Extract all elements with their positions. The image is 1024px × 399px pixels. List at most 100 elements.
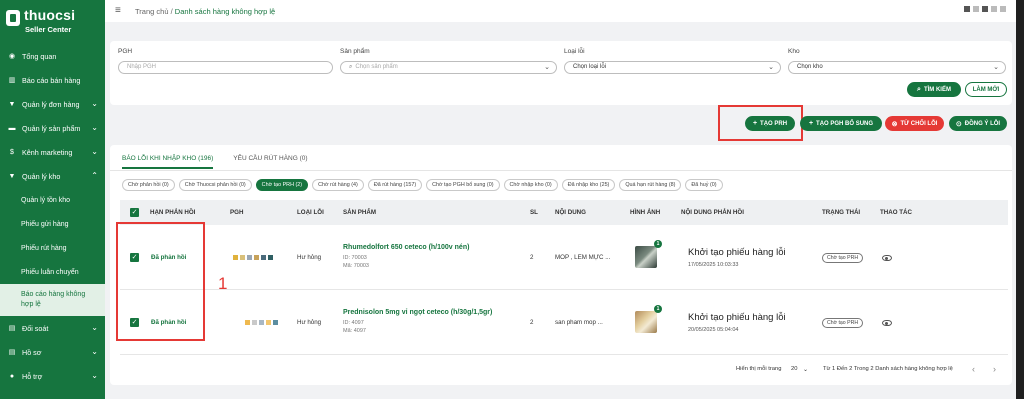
plus-icon: + [752,120,758,127]
sidebar: thuocsi Seller Center ◉ Tổng quan ▥ Báo … [0,0,105,399]
logo-name: thuocsi [24,7,76,23]
truck-icon: ▬ [8,124,16,132]
breadcrumb-home[interactable]: Trang chủ [135,7,169,16]
chip-awaiting-prh[interactable]: Chờ tạo PRH (2) [255,179,309,191]
table-row[interactable]: ✓ Đã phản hồi Hư hỏng Prednisolon 5mg vỉ… [120,290,1008,355]
sidebar-item-sales-report[interactable]: ▥ Báo cáo bán hàng [0,68,105,92]
sidebar-item-label: Hỗ trợ [22,371,43,381]
help-icon: ● [9,372,15,380]
search-icon: ⌕ [917,85,921,93]
chevron-down-icon[interactable]: ⌄ [803,366,808,373]
breadcrumb-separator: / [170,7,173,16]
chip-awaiting-pgh-extra[interactable]: Chờ tạo PGH bổ sung (0) [426,179,500,191]
sidebar-item-orders[interactable]: ▼ Quản lý đơn hàng ⌄ [0,92,105,116]
col-actions: THAO TÁC [880,209,912,216]
pgh-input[interactable]: Nhập PGH [118,61,333,74]
next-page-icon[interactable]: › [993,364,996,374]
dashboard-icon: ◉ [8,53,16,60]
col-status: TRẠNG THÁI [822,209,861,216]
view-eye-icon[interactable] [882,320,892,326]
error-content: san pham mop ... [555,319,603,326]
chevron-down-icon: ⌄ [91,347,98,356]
create-prh-button[interactable]: + TẠO PRH [745,116,795,131]
chip-withdrawn[interactable]: Đã rút hàng (157) [367,179,423,191]
col-product: SẢN PHẨM [343,209,377,216]
chevron-down-icon: ⌄ [768,64,774,71]
chip-imported[interactable]: Đã nhập kho (25) [561,179,616,191]
select-all-checkbox[interactable]: ✓ [130,208,139,217]
product-label: Sản phẩm [340,48,370,55]
sidebar-item-overview[interactable]: ◉ Tổng quan [0,44,105,68]
cart-icon: ▼ [8,172,16,180]
sidebar-item-label: Quản lý kho [22,171,61,181]
logo-subtitle: Seller Center [25,25,72,34]
product-name[interactable]: Rhumedolfort 650 ceteco (h/100v nén) [343,244,469,251]
error-type-label: Loại lỗi [564,48,585,55]
error-photo[interactable] [635,311,657,333]
col-error-type: LOẠI LỖI [297,209,324,216]
chip-awaiting-response[interactable]: Chờ phản hồi (0) [122,179,175,191]
search-button[interactable]: ⌕ TÌM KIẾM [907,82,961,97]
reject-error-button[interactable]: ⊗ TỪ CHỐI LỖI [885,116,944,131]
sidebar-subitem-withdraw-slip[interactable]: Phiếu rút hàng [0,236,105,260]
product-name[interactable]: Prednisolon 5mg vỉ ngọt ceteco (h/30g/1,… [343,309,492,316]
logo[interactable]: thuocsi Seller Center [6,7,101,37]
error-type: Hư hỏng [297,254,322,261]
tab-bar: BÁO LỖI KHI NHẬP KHO (196) YÊU CẦU RÚT H… [122,155,308,169]
chevron-down-icon: ⌄ [544,64,550,71]
chip-awaiting-thuocsi[interactable]: Chờ Thuocsi phản hồi (0) [178,179,252,191]
sidebar-item-label: Kênh marketing [22,147,73,157]
prev-page-icon[interactable]: ‹ [972,364,975,374]
sidebar-item-label: Báo cáo bán hàng [22,75,81,85]
create-pgh-extra-button[interactable]: + TẠO PGH BỔ SUNG [800,116,882,131]
close-circle-icon: ⊗ [891,120,898,128]
warehouse-label: Kho [788,48,800,55]
chevron-up-icon: ⌃ [91,171,98,180]
sidebar-item-profile[interactable]: ▤ Hồ sơ ⌄ [0,340,105,364]
sidebar-item-marketing[interactable]: $ Kênh marketing ⌄ [0,140,105,164]
warehouse-select[interactable]: Chọn kho ⌄ [788,61,1006,74]
accept-error-button[interactable]: ⊙ ĐỒNG Ý LỖI [949,116,1007,131]
dollar-icon: $ [10,148,14,156]
sidebar-subitem-inventory[interactable]: Quản lý tồn kho [0,188,105,212]
feedback-time: 20/05/2025 05:04:04 [688,327,739,333]
product-select[interactable]: ⌕ Chọn sản phẩm ⌄ [340,61,557,74]
sidebar-item-products[interactable]: ▬ Quản lý sản phẩm ⌄ [0,116,105,140]
breadcrumb: Trang chủ / Danh sách hàng không hợp lệ [135,7,275,16]
warehouse-value: Chọn kho [797,64,823,70]
error-type-select[interactable]: Chọn loại lỗi ⌄ [564,61,781,74]
tab-import-errors[interactable]: BÁO LỖI KHI NHẬP KHO (196) [122,155,214,169]
rows-per-page-select[interactable]: 20 [791,366,797,372]
sidebar-subitem-label: Báo cáo hàng không hợp lệ [21,291,86,308]
chip-overdue-withdraw[interactable]: Quá hạn rút hàng (8) [619,179,682,191]
reset-button[interactable]: LÀM MỚI [965,82,1007,97]
chip-awaiting-withdraw[interactable]: Chờ rút hàng (4) [312,179,364,191]
view-eye-icon[interactable] [882,255,892,261]
sidebar-subitem-transfer-slip[interactable]: Phiếu luân chuyển [0,260,105,284]
chip-awaiting-import[interactable]: Chờ nhập kho (0) [503,179,558,191]
sidebar-subitem-shipping-slip[interactable]: Phiếu gửi hàng [0,212,105,236]
filter-panel: PGH Nhập PGH Sản phẩm ⌕ Chọn sản phẩm ⌄ L… [110,41,1012,105]
sidebar-item-reconciliation[interactable]: ▤ Đối soát ⌄ [0,316,105,340]
create-pgh-extra-label: TẠO PGH BỔ SUNG [816,120,874,127]
sidebar-subitem-invalid-goods-report[interactable]: Báo cáo hàng không hợp lệ [0,284,105,316]
chevron-down-icon: ⌄ [91,147,98,156]
error-photo[interactable] [635,246,657,268]
annotation-number-1: 1 [218,274,228,293]
document-icon: ▤ [8,349,16,356]
rows-per-page-label: Hiển thị mỗi trang [736,366,782,372]
product-id: ID: 4097 [343,320,364,326]
photo-count-badge: 1 [654,240,662,248]
tab-withdraw-requests[interactable]: YÊU CẦU RÚT HÀNG (0) [233,155,307,169]
feedback-title: Khởi tạo phiếu hàng lỗi [688,247,786,258]
sidebar-item-warehouse[interactable]: ▼ Quản lý kho ⌃ [0,164,105,188]
menu-toggle-icon[interactable]: ≡ [115,5,121,16]
table-row[interactable]: ✓ Đã phản hồi Hư hỏng Rhumedolfort 650 c… [120,225,1008,290]
col-image: HÌNH ẢNH [630,209,661,216]
status-filter-chips: Chờ phản hồi (0) Chờ Thuocsi phản hồi (0… [122,179,723,191]
avatar[interactable] [964,6,1006,12]
sidebar-item-support[interactable]: ● Hỗ trợ ⌄ [0,364,105,388]
chevron-down-icon: ⌄ [993,64,999,71]
pagination-summary: Từ 1 Đến 2 Trong 2 Danh sách hàng không … [823,366,953,372]
chip-cancelled[interactable]: Đã huỷ (0) [685,179,723,191]
